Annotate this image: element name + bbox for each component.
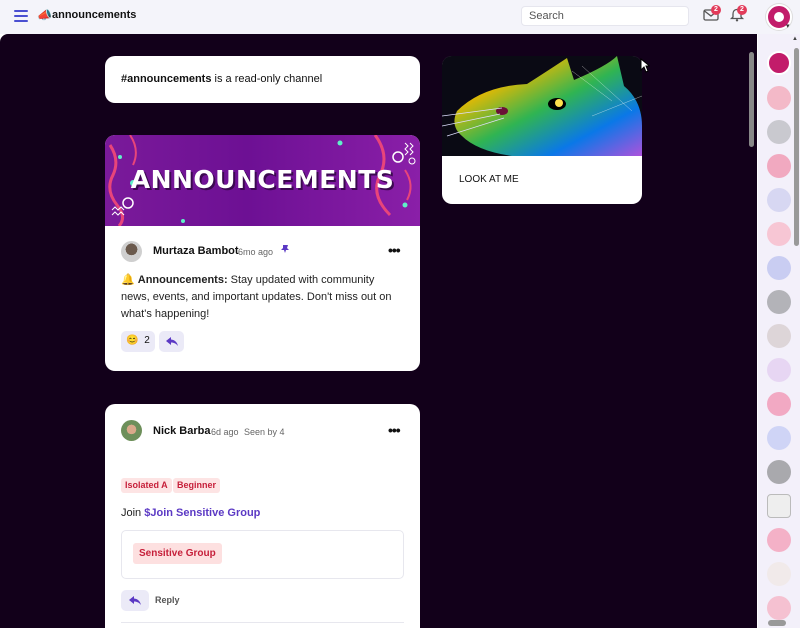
author-avatar[interactable] xyxy=(121,241,142,262)
member-avatar[interactable] xyxy=(767,528,791,552)
channel-title: announcements xyxy=(52,9,137,21)
top-bar: 📣 announcements 2 2 ▾ xyxy=(0,0,800,34)
feed-scrollbar[interactable] xyxy=(748,40,755,628)
member-avatar[interactable] xyxy=(767,562,791,586)
author-name[interactable]: Nick Barba xyxy=(153,425,210,437)
cat-image[interactable] xyxy=(442,56,642,156)
member-avatar[interactable] xyxy=(767,358,791,382)
readonly-text: is a read-only channel xyxy=(211,73,323,85)
hamburger-menu-icon[interactable] xyxy=(14,10,28,22)
post-lead: Announcements: xyxy=(137,274,228,286)
reaction-count: 2 xyxy=(144,335,150,346)
search-input[interactable] xyxy=(521,6,689,26)
notifications-badge: 2 xyxy=(737,5,747,15)
scroll-up-icon[interactable]: ▲ xyxy=(792,36,798,42)
member-avatar[interactable] xyxy=(767,51,791,75)
reply-label[interactable]: Reply xyxy=(155,595,180,605)
reply-arrow-icon xyxy=(129,596,141,605)
bell-icon: 🔔 xyxy=(121,274,135,286)
join-line: Join $Join Sensitive Group xyxy=(121,507,260,519)
announcement-banner: ANNOUNCEMENTS xyxy=(105,135,420,226)
readonly-notice: #announcements is a read-only channel xyxy=(105,56,420,103)
reaction-button[interactable]: 😊 2 xyxy=(121,331,155,352)
member-avatar[interactable] xyxy=(767,188,791,212)
readonly-channel-name: #announcements xyxy=(121,73,212,85)
media-caption: LOOK AT ME xyxy=(459,174,519,185)
post-body: Murtaza Bambot 6mo ago ••• 🔔 Announcemen… xyxy=(105,226,420,371)
author-avatar[interactable] xyxy=(121,420,142,441)
pin-icon xyxy=(281,245,289,253)
member-avatar[interactable] xyxy=(767,426,791,450)
join-group-link[interactable]: $Join Sensitive Group xyxy=(144,507,260,519)
reply-arrow-icon xyxy=(166,337,178,346)
chevron-down-icon[interactable]: ▾ xyxy=(786,22,790,30)
role-tag[interactable]: Isolated A xyxy=(121,478,172,493)
member-avatar[interactable] xyxy=(767,86,791,110)
feed-area: #announcements is a read-only channel AN… xyxy=(0,34,757,628)
member-avatar[interactable] xyxy=(767,120,791,144)
mouse-cursor-icon xyxy=(640,58,650,73)
sensitive-group-tag[interactable]: Sensitive Group xyxy=(133,543,222,564)
role-tag[interactable]: Beginner xyxy=(173,478,221,493)
author-name[interactable]: Murtaza Bambot xyxy=(153,245,239,257)
member-avatar[interactable] xyxy=(767,222,791,246)
media-card: LOOK AT ME xyxy=(442,56,642,204)
post-time: 6d ago xyxy=(211,427,239,437)
member-avatar[interactable] xyxy=(767,494,791,518)
megaphone-icon: 📣 xyxy=(37,8,52,22)
reply-button[interactable] xyxy=(159,331,184,352)
reply-post: Nick Barba 6d ago Seen by 4 ••• Isolated… xyxy=(105,404,420,628)
member-avatar[interactable] xyxy=(767,392,791,416)
join-prefix: Join xyxy=(121,507,145,519)
post-text: 🔔 Announcements: Stay updated with commu… xyxy=(121,272,406,323)
divider xyxy=(121,622,404,623)
member-avatar[interactable] xyxy=(767,596,791,620)
banner-title: ANNOUNCEMENTS xyxy=(130,165,395,194)
more-options-button[interactable]: ••• xyxy=(388,422,401,438)
member-avatar[interactable] xyxy=(767,460,791,484)
reply-button[interactable] xyxy=(121,590,149,611)
sidebar-scrollbar[interactable] xyxy=(794,48,799,246)
post-time: 6mo ago xyxy=(238,247,274,257)
seen-by[interactable]: Seen by 4 xyxy=(244,427,285,437)
announcement-post: ANNOUNCEMENTS Murtaza Bambot 6mo ago •••… xyxy=(105,135,420,371)
more-options-button[interactable]: ••• xyxy=(388,242,401,258)
sidebar-hscrollbar[interactable] xyxy=(768,620,786,626)
member-avatar[interactable] xyxy=(767,256,791,280)
cat-artwork xyxy=(442,56,642,156)
member-avatar[interactable] xyxy=(767,290,791,314)
member-avatar[interactable] xyxy=(767,324,791,348)
messages-badge: 2 xyxy=(711,5,721,15)
smile-emoji-icon: 😊 xyxy=(126,335,139,346)
member-avatar[interactable] xyxy=(767,154,791,178)
group-embed: Sensitive Group xyxy=(121,530,404,579)
